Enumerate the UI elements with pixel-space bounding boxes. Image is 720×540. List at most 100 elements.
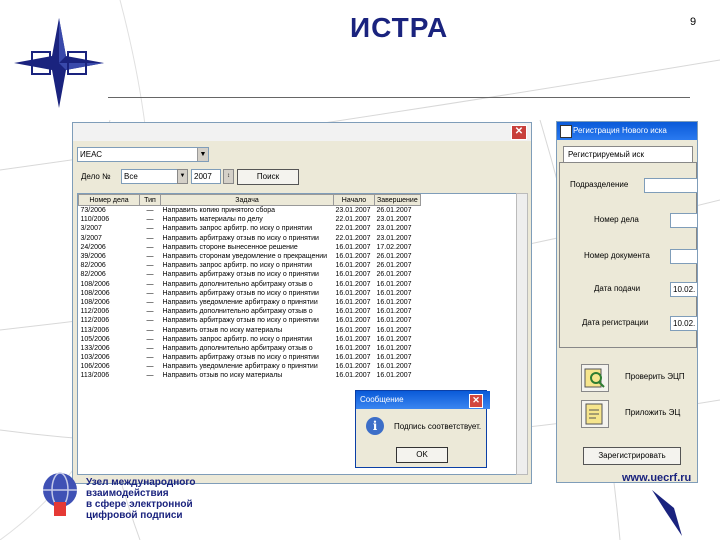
table-cell: 108/2006 (80, 280, 110, 288)
document-number-field[interactable] (670, 249, 697, 264)
table-cell: 16.01.2007 (335, 262, 371, 270)
compass-star-icon (652, 490, 682, 536)
verify-signature-label: Проверить ЭЦП (625, 372, 685, 381)
table-cell: 23.01.2007 (376, 234, 412, 242)
table-row[interactable]: 105/2006 — Направить запрос арбитр. по иск… (79, 335, 421, 344)
table-cell: Направить арбитражу отзыв по иску о прин… (162, 354, 319, 362)
table-row[interactable]: 82/2006 — Направить арбитражу отзыв по иск… (79, 270, 421, 279)
table-cell: Направить стороне вынесенное решение (162, 243, 298, 251)
table-row[interactable]: 39/2006 — Направить сторонам уведомление о… (79, 252, 421, 261)
table-cell: 16.01.2007 (335, 298, 371, 306)
column-header[interactable]: Задача (160, 194, 334, 206)
registration-date-field[interactable]: 10.02. (670, 316, 697, 331)
search-button[interactable]: Поиск (237, 169, 299, 185)
ok-button[interactable]: OK (396, 447, 448, 463)
table-cell: — (146, 225, 154, 233)
table-row[interactable]: 110/2006 — Направить материалы по делу 22.0… (79, 215, 421, 224)
table-cell: Направить запрос арбитр. по иску о приня… (162, 335, 313, 343)
filter-select[interactable]: Все (121, 169, 185, 184)
table-row[interactable]: 113/2006 — Направить отзыв по иску материа… (79, 325, 421, 334)
organization-name-line: в сфере электронной (86, 499, 193, 510)
organization-name-line: цифровой подписи (86, 510, 183, 521)
table-cell: 105/2006 (80, 335, 110, 343)
table-cell: Направить отзыв по иску материалы (162, 372, 283, 380)
spinner-icon[interactable]: ↕ (223, 169, 234, 184)
table-row[interactable]: 112/2006 — Направить арбитражу отзыв по ис… (79, 316, 421, 325)
table-cell: 16.01.2007 (335, 335, 371, 343)
register-button[interactable]: Зарегистрировать (583, 447, 681, 465)
table-cell: 106/2006 (80, 363, 110, 371)
table-cell: 22.01.2007 (335, 234, 371, 242)
table-cell: 16.01.2007 (335, 308, 371, 316)
department-field[interactable] (644, 178, 697, 193)
chevron-down-icon[interactable]: ▼ (177, 169, 188, 184)
table-cell: Направить копию принятого сбора (162, 207, 276, 215)
register-window-title: Регистрация Нового иска (557, 122, 697, 140)
table-row[interactable]: 113/2006 — Направить отзыв по иску материа… (79, 371, 421, 380)
column-header[interactable]: Номер дела (78, 194, 140, 206)
table-cell: Направить материалы по делу (162, 216, 263, 224)
table-cell: Направить запрос арбитр. по иску о приня… (162, 262, 313, 270)
close-icon[interactable]: ✕ (469, 394, 483, 408)
case-number-field[interactable] (670, 213, 697, 228)
table-cell: 23.01.2007 (376, 225, 412, 233)
filing-date-field[interactable]: 10.02. (670, 282, 697, 297)
table-cell: 26.01.2007 (376, 207, 412, 215)
table-cell: 16.01.2007 (335, 289, 371, 297)
table-row[interactable]: 3/2007 — Направить запрос арбитр. по иску … (79, 224, 421, 233)
table-cell: 103/2006 (80, 354, 110, 362)
table-cell: 16.01.2007 (335, 271, 371, 279)
cases-window-titlebar (73, 123, 531, 141)
table-cell: 113/2006 (80, 372, 110, 380)
table-cell: — (146, 308, 154, 316)
organization-name-line: Узел международного (86, 477, 196, 488)
column-header[interactable]: Тип (139, 194, 161, 206)
table-scrollbar[interactable] (516, 193, 528, 475)
tab-registered-claim[interactable]: Регистрируемый иск (563, 146, 693, 163)
table-cell: 16.01.2007 (376, 326, 412, 334)
table-row[interactable]: 112/2006 — Направить дополнительно арбитра… (79, 307, 421, 316)
year-input[interactable]: 2007 (191, 169, 221, 184)
verify-signature-button[interactable] (581, 364, 609, 392)
table-row[interactable]: 82/2006 — Направить запрос арбитр. по иску… (79, 261, 421, 270)
table-row[interactable]: 108/2006 — Направить дополнительно арбитра… (79, 280, 421, 289)
field-label: Дата регистрации (582, 318, 649, 327)
website-link[interactable]: www.uecrf.ru (622, 472, 691, 484)
table-cell: — (146, 289, 154, 297)
table-cell: — (146, 243, 154, 251)
table-cell: 16.01.2007 (376, 354, 412, 362)
table-cell: 23.01.2007 (335, 207, 371, 215)
table-cell: 108/2006 (80, 298, 110, 306)
table-cell: 16.01.2007 (335, 317, 371, 325)
table-cell: — (146, 207, 154, 215)
table-cell: — (146, 344, 154, 352)
table-row[interactable]: 133/2006 — Направить дополнительно арбитра… (79, 344, 421, 353)
table-cell: 16.01.2007 (335, 326, 371, 334)
table-cell: 16.01.2007 (335, 363, 371, 371)
table-cell: 112/2006 (80, 317, 110, 325)
table-cell: 16.01.2007 (376, 344, 412, 352)
chevron-down-icon[interactable]: ▼ (197, 148, 208, 161)
table-cell: 24/2006 (80, 243, 106, 251)
table-cell: 112/2006 (80, 308, 110, 316)
table-row[interactable]: 106/2006 — Направить уведомление арбитражу… (79, 362, 421, 371)
table-cell: 16.01.2007 (376, 280, 412, 288)
table-row[interactable]: 24/2006 — Направить стороне вынесенное реш… (79, 243, 421, 252)
table-row[interactable]: 108/2006 — Направить арбитражу отзыв по ис… (79, 289, 421, 298)
table-row[interactable]: 73/2006 — Направить копию принятого сбора 2… (79, 206, 421, 216)
dialog-message: Подпись соответствует. (394, 422, 482, 431)
column-header[interactable]: Начало (333, 194, 375, 206)
case-type-select[interactable]: ИЕАС ▼ (77, 147, 209, 162)
table-row[interactable]: 108/2006 — Направить уведомление арбитражу… (79, 298, 421, 307)
table-row[interactable]: 3/2007 — Направить арбитражу отзыв по иску… (79, 234, 421, 243)
table-cell: 22.01.2007 (335, 216, 371, 224)
attach-signature-button[interactable] (581, 400, 609, 428)
table-cell: Направить арбитражу отзыв по иску о прин… (162, 317, 319, 325)
close-icon[interactable]: ✕ (511, 125, 527, 140)
message-dialog: Сообщение ✕ i Подпись соответствует. OK (355, 390, 490, 468)
app-icon (560, 125, 572, 138)
column-header[interactable]: Завершение (374, 194, 421, 206)
table-row[interactable]: 103/2006 — Направить арбитражу отзыв по ис… (79, 353, 421, 362)
table-cell: Направить запрос арбитр. по иску о приня… (162, 225, 313, 233)
table-cell: 3/2007 (80, 225, 102, 233)
